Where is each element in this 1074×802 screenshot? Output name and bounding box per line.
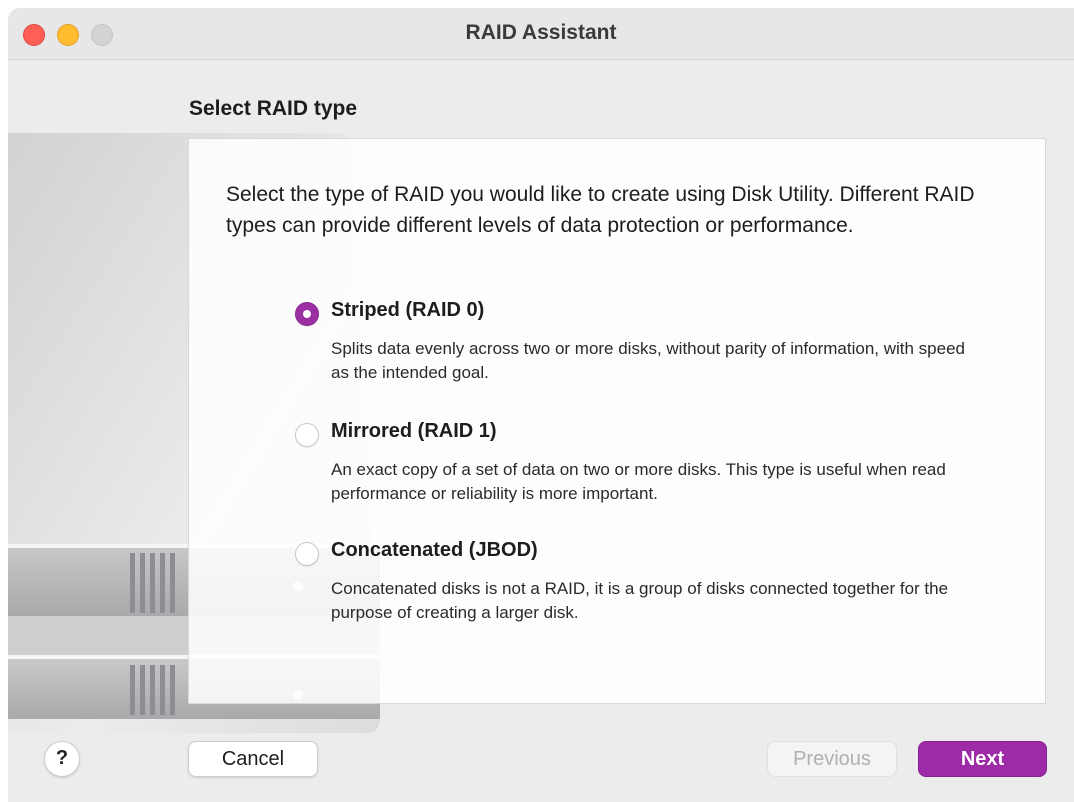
option-title[interactable]: Concatenated (JBOD) [331, 539, 538, 562]
option-title[interactable]: Striped (RAID 0) [331, 299, 484, 322]
next-button[interactable]: Next [918, 741, 1047, 777]
radio-concatenated[interactable] [295, 542, 319, 566]
raid-assistant-window: RAID Assistant Select RAID type Select t… [8, 8, 1074, 802]
option-description: Concatenated disks is not a RAID, it is … [331, 579, 949, 622]
option-description: An exact copy of a set of data on two or… [331, 460, 946, 503]
previous-button[interactable]: Previous [767, 741, 897, 777]
title-bar[interactable]: RAID Assistant [8, 8, 1074, 60]
option-title[interactable]: Mirrored (RAID 1) [331, 420, 497, 443]
window-title: RAID Assistant [465, 21, 617, 44]
section-heading: Select RAID type [189, 97, 358, 120]
radio-mirrored[interactable] [295, 423, 319, 447]
option-description: Splits data evenly across two or more di… [331, 339, 966, 382]
radio-striped[interactable] [295, 302, 319, 326]
intro-text: Select the type of RAID you would like t… [226, 183, 975, 237]
cancel-button[interactable]: Cancel [188, 741, 318, 777]
help-button[interactable]: ? [44, 741, 80, 777]
raid-type-panel: Select the type of RAID you would like t… [188, 138, 1046, 704]
